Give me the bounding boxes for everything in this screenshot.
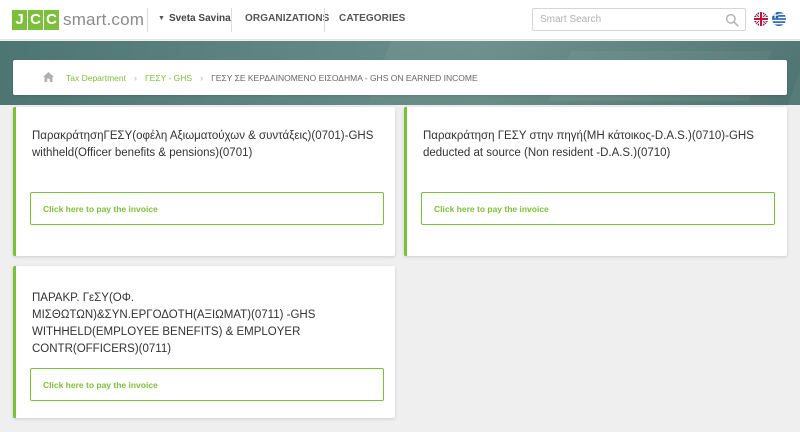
top-navbar: J C C smart.com ▼ Sveta Savina ORGANIZAT… [0, 0, 800, 40]
search-icon[interactable] [725, 13, 739, 27]
nav-organizations-link[interactable]: ORGANIZATIONS [245, 13, 329, 24]
pay-invoice-button[interactable]: Click here to pay the invoice [421, 192, 775, 225]
pay-invoice-button[interactable]: Click here to pay the invoice [30, 192, 384, 225]
service-card-title[interactable]: ΠαρακράτησηΓΕΣΥ(οφέλη Αξιωματούχων & συν… [32, 128, 381, 162]
chevron-right-icon: › [134, 72, 137, 83]
user-name: Sveta Savina [168, 13, 231, 24]
nav-divider [324, 8, 325, 32]
service-card: ΠΑΡΑΚΡ. ΓεΣΥ(ΟΦ. ΜΙΣΘΩΤΩΝ)&ΣΥΝ.ΕΡΓΟΔΟΤΗ(… [13, 266, 395, 418]
jcc-smart-logo[interactable]: J C C smart.com [12, 9, 144, 31]
nav-categories-link[interactable]: CATEGORIES [339, 13, 405, 24]
pay-invoice-button[interactable]: Click here to pay the invoice [30, 368, 384, 401]
logo-letter-c1: C [28, 10, 43, 30]
home-icon[interactable] [43, 72, 54, 82]
breadcrumb-current: ΓΕΣΥ ΣΕ ΚΕΡΔΑΙΝΟΜΕΝΟ ΕΙΣΟΔΗΜΑ - GHS ON E… [211, 72, 478, 83]
user-menu[interactable]: ▼ Sveta Savina [158, 13, 231, 24]
nav-divider [147, 8, 148, 32]
service-card-title[interactable]: ΠΑΡΑΚΡ. ΓεΣΥ(ΟΦ. ΜΙΣΘΩΤΩΝ)&ΣΥΝ.ΕΡΓΟΔΟΤΗ(… [32, 290, 355, 358]
logo-text: smart.com [63, 10, 145, 29]
smart-search-box [532, 8, 746, 31]
caret-down-icon: ▼ [158, 15, 165, 22]
service-card: ΠαρακράτησηΓΕΣΥ(οφέλη Αξιωματούχων & συν… [13, 107, 395, 256]
uk-flag-icon[interactable] [754, 12, 768, 26]
smart-search-input[interactable] [533, 9, 713, 30]
breadcrumb: Tax Department › ΓΕΣΥ - GHS › ΓΕΣΥ ΣΕ ΚΕ… [13, 60, 787, 95]
logo-letter-c2: C [44, 10, 59, 30]
greece-flag-icon[interactable] [772, 12, 786, 26]
service-card-title[interactable]: Παρακράτηση ΓΕΣΥ στην πηγή(ΜΗ κάτοικος-D… [423, 128, 773, 162]
breadcrumb-link-ghs[interactable]: ΓΕΣΥ - GHS [145, 73, 192, 83]
chevron-right-icon: › [200, 72, 204, 83]
breadcrumb-link-tax-department[interactable]: Tax Department [66, 73, 126, 83]
service-card: Παρακράτηση ΓΕΣΥ στην πηγή(ΜΗ κάτοικος-D… [404, 107, 787, 256]
nav-divider [231, 8, 232, 32]
logo-letter-j: J [12, 10, 27, 30]
